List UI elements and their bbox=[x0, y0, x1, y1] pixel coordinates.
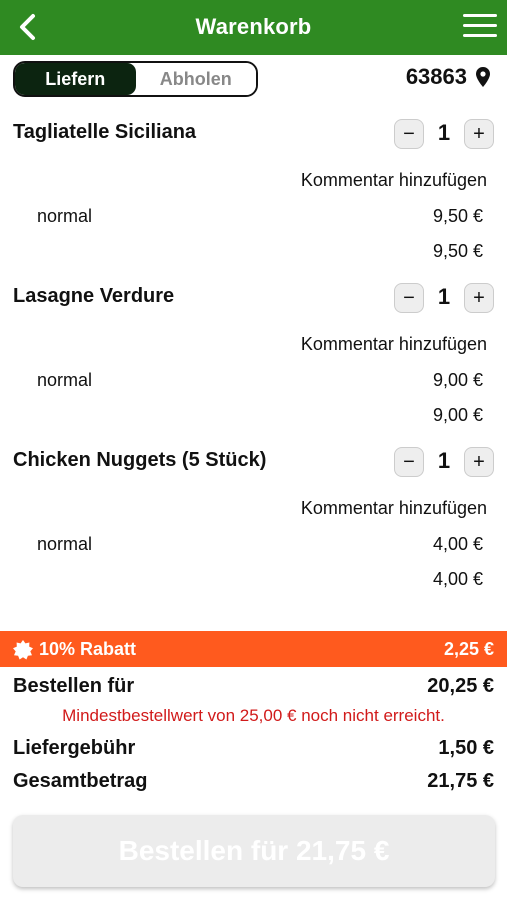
variant-price: 9,00 € bbox=[432, 370, 483, 390]
item-variant: normal bbox=[37, 206, 93, 226]
add-comment-link[interactable]: Kommentar hinzufügen bbox=[301, 170, 487, 191]
map-pin-icon bbox=[476, 67, 490, 87]
minimum-order-warning: Mindestbestellwert von 25,00 € noch nich… bbox=[62, 706, 445, 725]
quantity-stepper: − 1 + bbox=[394, 119, 494, 151]
decrease-quantity-button[interactable]: − bbox=[394, 447, 424, 477]
delivery-fee-value: 1,50 € bbox=[438, 737, 494, 759]
item-total: 9,50 € bbox=[432, 241, 483, 261]
increase-quantity-button[interactable]: + bbox=[464, 283, 494, 313]
toggle-liefern[interactable]: Liefern bbox=[15, 63, 136, 95]
app-header: Warenkorb bbox=[0, 0, 507, 55]
order-subtotal-row: Bestellen für 20,25 € bbox=[13, 675, 494, 698]
toggle-abholen[interactable]: Abholen bbox=[135, 63, 256, 95]
zip-code: 63863 bbox=[405, 64, 467, 89]
discount-label: 10% Rabatt bbox=[39, 639, 137, 659]
decrease-quantity-button[interactable]: − bbox=[394, 119, 424, 149]
delivery-toggle: Liefern Abholen bbox=[13, 61, 258, 97]
total-row: Gesamtbetrag 21,75 € bbox=[13, 770, 494, 793]
delivery-fee-label: Liefergebühr bbox=[13, 737, 136, 759]
total-label: Gesamtbetrag bbox=[13, 770, 148, 792]
order-subtotal-label: Bestellen für bbox=[13, 675, 135, 697]
increase-quantity-button[interactable]: + bbox=[464, 119, 494, 149]
page-title: Warenkorb bbox=[195, 14, 312, 39]
quantity-value: 1 bbox=[437, 284, 451, 309]
quantity-value: 1 bbox=[437, 448, 451, 473]
decrease-quantity-button[interactable]: − bbox=[394, 283, 424, 313]
cart-item-name: Tagliatelle Siciliana bbox=[13, 121, 197, 143]
menu-button[interactable] bbox=[463, 14, 497, 40]
delivery-fee-row: Liefergebühr 1,50 € bbox=[13, 737, 494, 760]
increase-quantity-button[interactable]: + bbox=[464, 447, 494, 477]
cart-item-name: Lasagne Verdure bbox=[13, 285, 175, 307]
discount-value: 2,25 € bbox=[443, 639, 494, 659]
quantity-stepper: − 1 + bbox=[394, 447, 494, 479]
discount-bar: 10% Rabatt 2,25 € bbox=[0, 631, 507, 667]
location-zip[interactable]: 63863 bbox=[406, 64, 491, 90]
hamburger-menu-icon bbox=[463, 14, 497, 17]
item-total: 4,00 € bbox=[432, 569, 483, 589]
item-variant: normal bbox=[37, 534, 93, 554]
place-order-button[interactable]: Bestellen für 21,75 € bbox=[13, 815, 495, 887]
add-comment-link[interactable]: Kommentar hinzufügen bbox=[301, 334, 487, 355]
item-variant: normal bbox=[37, 370, 93, 390]
order-subtotal-value: 20,25 € bbox=[427, 675, 494, 697]
quantity-value: 1 bbox=[437, 120, 451, 145]
total-value: 21,75 € bbox=[427, 770, 494, 792]
variant-price: 4,00 € bbox=[432, 534, 483, 554]
badge-burst-icon bbox=[13, 639, 33, 659]
cart-item-name: Chicken Nuggets (5 Stück) bbox=[13, 449, 267, 471]
quantity-stepper: − 1 + bbox=[394, 283, 494, 315]
add-comment-link[interactable]: Kommentar hinzufügen bbox=[301, 498, 487, 519]
variant-price: 9,50 € bbox=[432, 206, 483, 226]
item-total: 9,00 € bbox=[432, 405, 483, 425]
